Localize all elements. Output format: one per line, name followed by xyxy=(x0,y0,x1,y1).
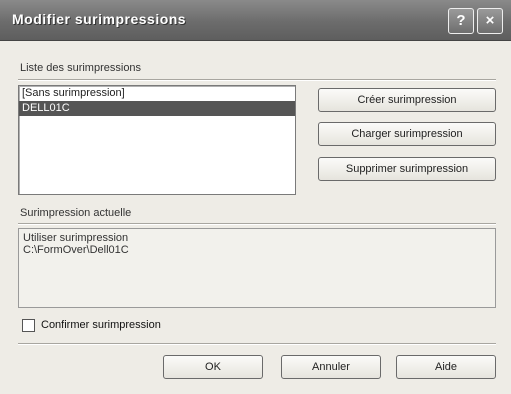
create-overlay-button[interactable]: Créer surimpression xyxy=(318,88,496,112)
overlay-listbox[interactable]: [Sans surimpression] DELL01C xyxy=(18,85,296,195)
confirm-overlay-label[interactable]: Confirmer surimpression xyxy=(41,319,161,331)
current-overlay-label: Surimpression actuelle xyxy=(20,207,132,219)
ok-button[interactable]: OK xyxy=(163,355,263,379)
current-overlay-path: C:\FormOver\Dell01C xyxy=(23,244,129,256)
help-button[interactable]: Aide xyxy=(396,355,496,379)
divider xyxy=(18,343,496,345)
close-icon: × xyxy=(485,12,495,29)
list-item-selected[interactable]: DELL01C xyxy=(19,101,295,116)
load-overlay-button[interactable]: Charger surimpression xyxy=(318,122,496,146)
dialog-window: Modifier surimpressions ? × Liste des su… xyxy=(0,0,511,394)
overlay-list-label: Liste des surimpressions xyxy=(20,62,142,74)
cancel-button[interactable]: Annuler xyxy=(281,355,381,379)
divider xyxy=(18,223,496,225)
divider xyxy=(18,79,496,81)
help-title-button[interactable]: ? xyxy=(448,8,474,34)
title-bar[interactable]: Modifier surimpressions ? × xyxy=(0,0,511,41)
delete-overlay-button[interactable]: Supprimer surimpression xyxy=(318,157,496,181)
current-overlay-status: Utiliser surimpression xyxy=(23,232,129,244)
question-icon: ? xyxy=(456,12,466,29)
current-overlay-box: Utiliser surimpression C:\FormOver\Dell0… xyxy=(18,228,496,308)
list-item[interactable]: [Sans surimpression] xyxy=(19,86,295,101)
close-button[interactable]: × xyxy=(477,8,503,34)
confirm-overlay-row[interactable]: Confirmer surimpression xyxy=(22,316,161,334)
window-title: Modifier surimpressions xyxy=(12,11,187,27)
confirm-overlay-checkbox[interactable] xyxy=(22,318,35,332)
